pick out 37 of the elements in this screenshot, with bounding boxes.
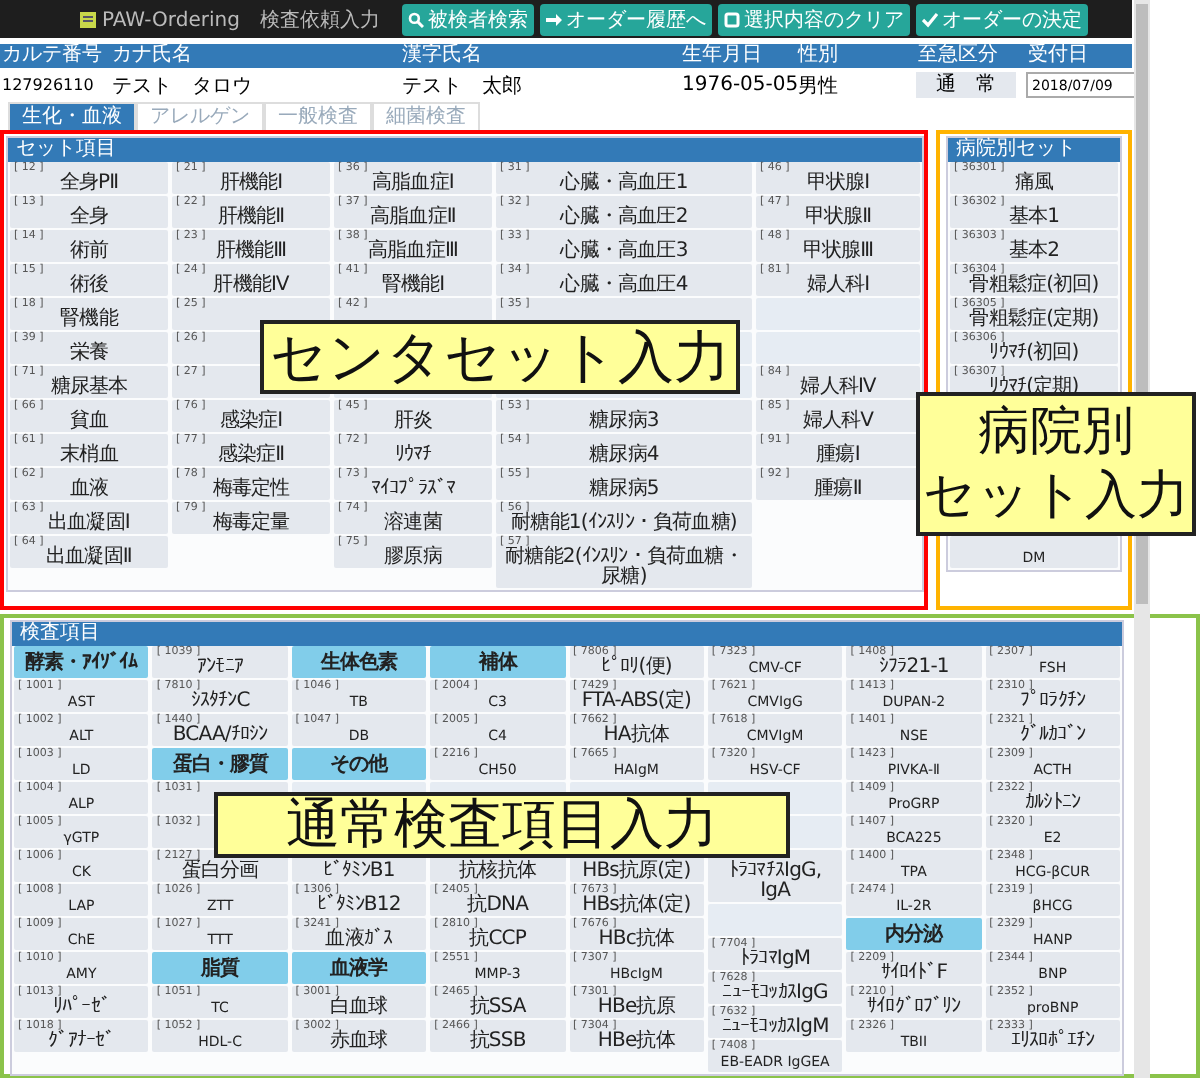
kanji-name: テスト 太郎 [400, 73, 524, 100]
category-header: 血液学 [291, 952, 427, 984]
search-icon [407, 11, 424, 28]
logo-icon [80, 11, 96, 28]
category-header: 補体 [430, 646, 565, 678]
column-label: 至急区分 [916, 44, 1000, 69]
arrow-icon [545, 11, 562, 28]
urgency-field[interactable]: 通 常 [916, 72, 1016, 99]
callout-label: 病院別 [978, 400, 1134, 464]
column-label: 受付日 [1026, 44, 1090, 69]
empty-cell [707, 904, 843, 936]
chart-number: 127926110 [0, 76, 96, 95]
test-item[interactable]: ﾄﾗｺﾏﾁｽIgG, IgA [707, 850, 843, 902]
panel-title: 病院別セット [948, 138, 1120, 162]
category-header: 蛋白・膠質 [152, 748, 288, 780]
column-label: 性別 [796, 44, 840, 69]
column-label: 漢字氏名 [400, 44, 484, 69]
sex: 男性 [797, 73, 840, 100]
kana-name: テスト タロウ [110, 73, 254, 100]
category-header: 脂質 [152, 952, 288, 984]
column-label: カナ氏名 [110, 44, 194, 69]
app-title: PAW-Ordering 検査依頼入力 [102, 7, 380, 34]
callout-label: セット入力 [923, 464, 1189, 528]
column-label: カルテ番号 [0, 44, 104, 69]
square-icon [723, 11, 740, 28]
panel-title: セット項目 [8, 138, 922, 162]
check-icon [921, 11, 938, 28]
category-header: 内分泌 [846, 918, 982, 950]
category-header: その他 [291, 748, 427, 780]
category-header: 生体色素 [291, 646, 427, 678]
category-header: 酵素・ｱｲｿﾞｲﾑ [14, 646, 149, 678]
panel-title: 検査項目 [12, 622, 1122, 646]
birth-date: 1976-05-05 [680, 74, 796, 97]
column-label: 生年月日 [680, 44, 764, 69]
callout-tooltip: センタセット入力 [260, 320, 740, 394]
tab[interactable]: 生化・血液 [8, 102, 136, 130]
callout-tooltip: 通常検査項目入力 [214, 792, 790, 858]
